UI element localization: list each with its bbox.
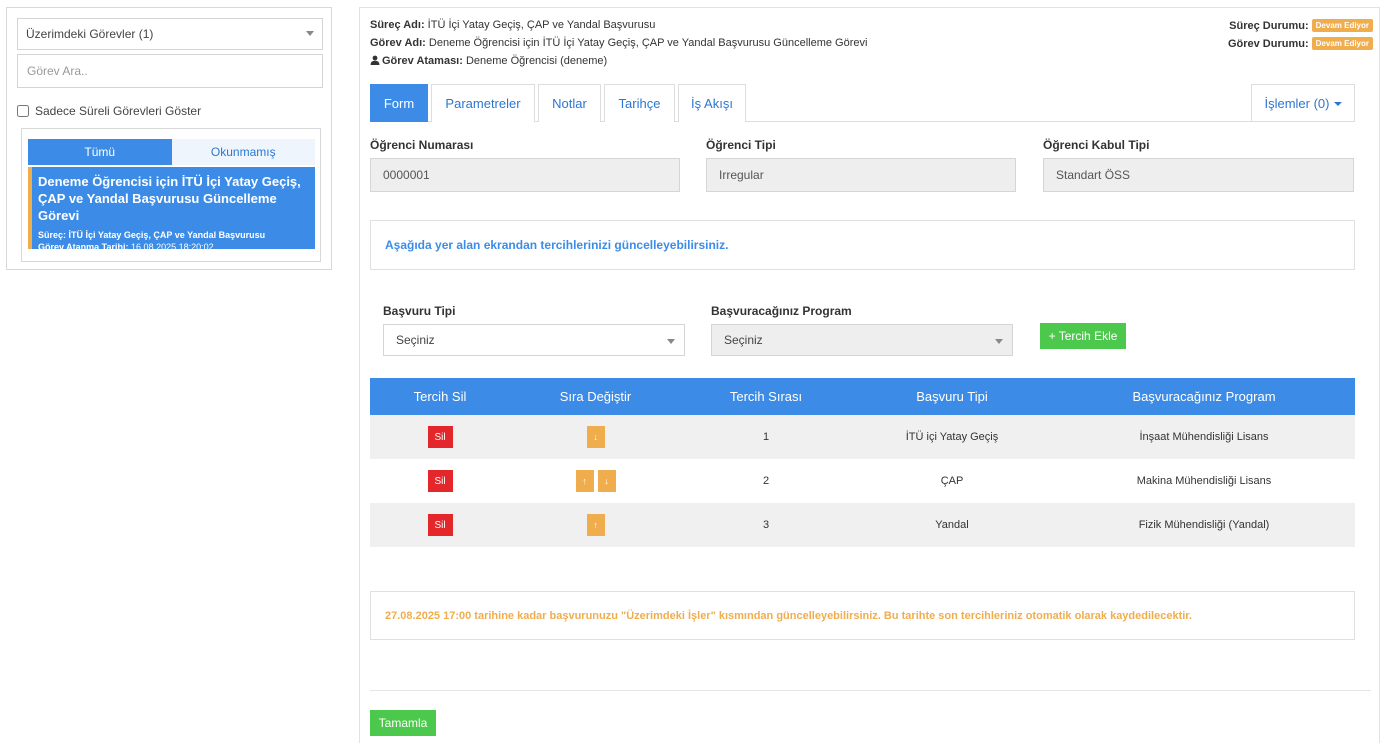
timed-tasks-label: Sadece Süreli Görevleri Göster [35, 104, 202, 118]
task-sidebar: Üzerimdeki Görevler (1) Sadece Süreli Gö… [6, 7, 332, 270]
student-type-field: Irregular [706, 158, 1016, 192]
task-name-label: Görev Adı: [370, 37, 426, 49]
task-search-input[interactable] [17, 54, 323, 88]
process-name-line: Süreç Adı: İTÜ İçi Yatay Geçiş, ÇAP ve Y… [370, 19, 655, 31]
task-meta: Süreç: İTÜ İçi Yatay Geçiş, ÇAP ve Yanda… [38, 229, 309, 253]
add-preference-button[interactable]: + Tercih Ekle [1040, 323, 1126, 349]
timed-tasks-filter[interactable]: Sadece Süreli Görevleri Göster [17, 104, 201, 118]
process-status-badge: Devam Ediyor [1311, 19, 1373, 32]
actions-label: İşlemler (0) [1264, 96, 1330, 111]
header-program: Başvuracağınız Program [1132, 389, 1276, 404]
header-delete: Tercih Sil [413, 389, 467, 404]
chevron-down-icon [306, 31, 314, 36]
task-name-line: Görev Adı: Deneme Öğrencisi için İTÜ İçi… [370, 37, 867, 49]
application-type-value: Seçiniz [396, 333, 435, 347]
tab-form[interactable]: Form [370, 84, 428, 122]
tab-notes[interactable]: Notlar [538, 84, 601, 122]
delete-button[interactable]: Sil [427, 426, 453, 448]
application-type-select[interactable]: Seçiniz [383, 324, 685, 356]
preference-program: Makina Mühendisliği Lisans [1136, 475, 1272, 487]
admission-type-field: Standart ÖSS [1043, 158, 1354, 192]
timed-tasks-checkbox[interactable] [17, 105, 29, 117]
task-detail-panel: Süreç Adı: İTÜ İçi Yatay Geçiş, ÇAP ve Y… [359, 7, 1380, 743]
process-name-value: İTÜ İçi Yatay Geçiş, ÇAP ve Yandal Başvu… [427, 19, 656, 31]
caret-down-icon [1333, 101, 1342, 106]
task-list-item[interactable]: Deneme Öğrencisi için İTÜ İçi Yatay Geçi… [28, 167, 315, 252]
tab-parameters[interactable]: Parametreler [431, 84, 535, 122]
preference-program: İnşaat Mühendisliği Lisans [1139, 431, 1269, 443]
program-value: Seçiniz [724, 333, 763, 347]
table-row: Sil ↑ 3 Yandal Fizik Mühendisliği (Yanda… [370, 503, 1355, 547]
task-status-badge: Devam Ediyor [1311, 37, 1373, 50]
process-status-label: Süreç Durumu: [1229, 19, 1309, 32]
header-order: Tercih Sırası [729, 389, 803, 404]
preferences-table: Tercih Sil Sıra Değiştir Tercih Sırası B… [370, 378, 1355, 547]
detail-tabs: Form Parametreler Notlar Tarihçe İş Akış… [370, 84, 1355, 122]
header-reorder: Sıra Değiştir [559, 389, 632, 404]
preference-type: İTÜ içi Yatay Geçiş [905, 431, 999, 443]
move-down-button[interactable]: ↓ [597, 470, 616, 492]
divider [370, 690, 1371, 691]
tab-unread[interactable]: Okunmamış [171, 139, 315, 165]
task-process-label: Süreç: [38, 230, 67, 240]
task-list-tabs: Tümü Okunmamış [28, 139, 315, 165]
task-assignment-value: Deneme Öğrencisi (deneme) [465, 55, 608, 67]
preference-program: Fizik Mühendisliği (Yandal) [1138, 519, 1270, 531]
info-message: Aşağıda yer alan ekrandan tercihlerinizi… [370, 220, 1355, 270]
preference-order: 3 [762, 519, 770, 531]
move-up-button[interactable]: ↑ [575, 470, 594, 492]
program-select[interactable]: Seçiniz [711, 324, 1013, 356]
task-assignment-line: Görev Ataması: Deneme Öğrencisi (deneme) [370, 55, 607, 67]
tab-history[interactable]: Tarihçe [604, 84, 675, 122]
preference-type: Yandal [935, 519, 969, 531]
preference-type: ÇAP [940, 475, 964, 487]
complete-button[interactable]: Tamamla [370, 710, 436, 736]
actions-dropdown[interactable]: İşlemler (0) [1251, 84, 1355, 122]
tab-all[interactable]: Tümü [28, 139, 172, 165]
deadline-notice: 27.08.2025 17:00 tarihine kadar başvurun… [370, 591, 1355, 640]
table-header: Tercih Sil Sıra Değiştir Tercih Sırası B… [370, 378, 1355, 415]
task-assigned-value: 16.08.2025 18:20:02 [131, 242, 214, 252]
task-assigned-label: Görev Atanma Tarihi: [38, 242, 129, 252]
process-status: Süreç Durumu: Devam Ediyor [1229, 19, 1373, 32]
header-application-type: Başvuru Tipi [916, 389, 988, 404]
task-title: Deneme Öğrencisi için İTÜ İçi Yatay Geçi… [38, 174, 301, 223]
student-type-label: Öğrenci Tipi [706, 138, 776, 152]
task-assignment-label: Görev Ataması: [382, 55, 463, 67]
chevron-down-icon [995, 339, 1003, 344]
application-type-label: Başvuru Tipi [383, 304, 456, 318]
move-up-button[interactable]: ↑ [586, 514, 605, 536]
user-icon [370, 55, 380, 65]
tab-workflow[interactable]: İş Akışı [678, 84, 746, 122]
program-label: Başvuracağınız Program [711, 304, 852, 318]
table-row: Sil ↓ 1 İTÜ içi Yatay Geçiş İnşaat Mühen… [370, 415, 1355, 459]
delete-button[interactable]: Sil [427, 514, 453, 536]
task-filter-select[interactable]: Üzerimdeki Görevler (1) [17, 18, 323, 50]
student-number-label: Öğrenci Numarası [370, 138, 474, 152]
task-status-label: Görev Durumu: [1227, 37, 1309, 50]
preference-order: 1 [762, 431, 770, 443]
chevron-down-icon [667, 339, 675, 344]
student-number-field: 0000001 [370, 158, 680, 192]
preference-order: 2 [762, 475, 770, 487]
process-name-label: Süreç Adı: [370, 19, 425, 31]
task-name-value: Deneme Öğrencisi için İTÜ İçi Yatay Geçi… [428, 37, 868, 49]
table-row: Sil ↑ ↓ 2 ÇAP Makina Mühendisliği Lisans [370, 459, 1355, 503]
admission-type-label: Öğrenci Kabul Tipi [1043, 138, 1150, 152]
task-filter-value: Üzerimdeki Görevler (1) [26, 27, 154, 41]
task-process-value: İTÜ İçi Yatay Geçiş, ÇAP ve Yandal Başvu… [68, 230, 266, 240]
task-list-box: Tümü Okunmamış Deneme Öğrencisi için İTÜ… [21, 128, 321, 262]
move-down-button[interactable]: ↓ [586, 426, 605, 448]
task-status: Görev Durumu: Devam Ediyor [1228, 37, 1373, 50]
delete-button[interactable]: Sil [427, 470, 453, 492]
